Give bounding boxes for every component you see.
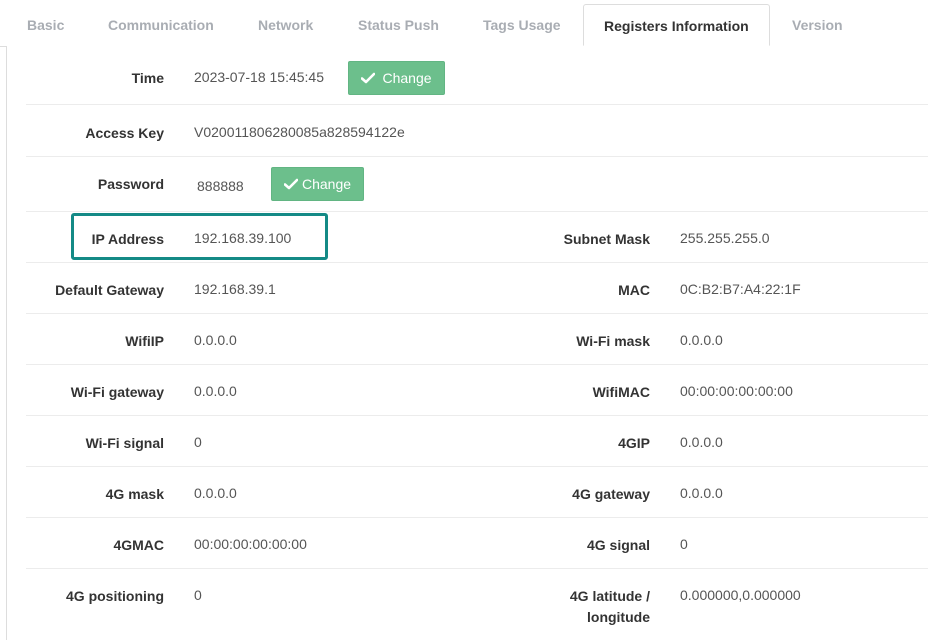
4g-mask-value: 0.0.0.0 bbox=[194, 485, 237, 501]
4g-ip-value: 0.0.0.0 bbox=[680, 434, 723, 450]
tab-bar: Basic Communication Network Status Push … bbox=[0, 0, 928, 47]
row-divider bbox=[26, 415, 928, 416]
4g-signal-value: 0 bbox=[680, 536, 688, 552]
access-key-label: Access Key bbox=[85, 125, 164, 141]
row-divider bbox=[26, 466, 928, 467]
row-divider bbox=[26, 517, 928, 518]
4g-mask-label: 4G mask bbox=[105, 486, 164, 502]
check-icon bbox=[283, 178, 298, 190]
wifi-mac-value: 00:00:00:00:00:00 bbox=[680, 383, 793, 399]
row-divider bbox=[26, 568, 928, 569]
tab-registers-information[interactable]: Registers Information bbox=[583, 4, 770, 46]
wifi-mask-label: Wi-Fi mask bbox=[576, 333, 650, 349]
4g-gateway-label: 4G gateway bbox=[572, 486, 650, 502]
password-value: 888888 bbox=[197, 178, 244, 194]
default-gateway-label: Default Gateway bbox=[55, 282, 164, 298]
password-label: Password bbox=[97, 176, 164, 192]
4g-gateway-value: 0.0.0.0 bbox=[680, 485, 723, 501]
change-button-label: Change bbox=[382, 70, 432, 86]
wifi-ip-label: WifiIP bbox=[125, 333, 164, 349]
access-key-value: V020011806280085a828594122e bbox=[194, 124, 405, 140]
tab-basic[interactable]: Basic bbox=[27, 4, 64, 45]
4g-positioning-value: 0 bbox=[194, 587, 202, 603]
4g-latitude-label: 4G latitude / bbox=[569, 588, 650, 604]
ip-address-value: 192.168.39.100 bbox=[194, 230, 292, 246]
wifi-mac-label: WifiMAC bbox=[592, 384, 650, 400]
row-divider bbox=[26, 313, 928, 314]
row-divider bbox=[26, 156, 928, 157]
time-label: Time bbox=[131, 70, 164, 86]
tab-status-push[interactable]: Status Push bbox=[358, 4, 439, 45]
mac-value: 0C:B2:B7:A4:22:1F bbox=[680, 281, 801, 297]
row-divider bbox=[26, 104, 928, 105]
4g-latlon-value: 0.000000,0.000000 bbox=[680, 587, 801, 603]
change-button-label: Change bbox=[301, 176, 352, 192]
mac-label: MAC bbox=[618, 282, 650, 298]
wifi-gateway-value: 0.0.0.0 bbox=[194, 383, 237, 399]
4g-signal-label: 4G signal bbox=[586, 537, 650, 553]
tab-tags-usage[interactable]: Tags Usage bbox=[483, 4, 561, 45]
subnet-mask-label: Subnet Mask bbox=[563, 231, 650, 247]
wifi-signal-label: Wi-Fi signal bbox=[85, 435, 164, 451]
4g-positioning-label: 4G positioning bbox=[66, 588, 164, 604]
wifi-signal-value: 0 bbox=[194, 434, 202, 450]
default-gateway-value: 192.168.39.1 bbox=[194, 281, 276, 297]
change-password-button[interactable]: Change bbox=[271, 167, 364, 201]
4g-mac-label: 4GMAC bbox=[113, 537, 164, 553]
wifi-gateway-label: Wi-Fi gateway bbox=[70, 384, 164, 400]
row-divider bbox=[26, 364, 928, 365]
change-time-button[interactable]: Change bbox=[348, 61, 445, 95]
check-icon bbox=[361, 72, 376, 84]
ip-address-label: IP Address bbox=[91, 231, 164, 247]
subnet-mask-value: 255.255.255.0 bbox=[680, 230, 770, 246]
row-divider bbox=[26, 211, 928, 212]
tab-network[interactable]: Network bbox=[258, 4, 313, 45]
time-value: 2023-07-18 15:45:45 bbox=[194, 69, 324, 85]
4g-longitude-label: longitude bbox=[587, 609, 650, 625]
4g-ip-label: 4GIP bbox=[618, 435, 650, 451]
wifi-mask-value: 0.0.0.0 bbox=[680, 332, 723, 348]
4g-mac-value: 00:00:00:00:00:00 bbox=[194, 536, 307, 552]
row-divider bbox=[26, 262, 928, 263]
wifi-ip-value: 0.0.0.0 bbox=[194, 332, 237, 348]
tab-version[interactable]: Version bbox=[792, 4, 843, 45]
tab-communication[interactable]: Communication bbox=[108, 4, 214, 45]
